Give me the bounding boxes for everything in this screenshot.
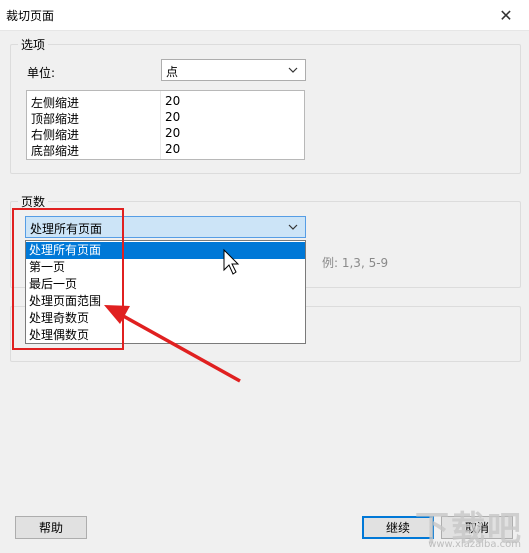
table-row[interactable]: 右侧缩进 20 <box>27 125 304 142</box>
help-button[interactable]: 帮助 <box>15 516 87 539</box>
window-title: 裁切页面 <box>6 9 55 23</box>
chevron-down-icon <box>288 67 298 73</box>
unit-label: 单位: <box>27 66 56 80</box>
unit-select[interactable]: 点 <box>161 59 306 81</box>
options-group-label: 选项 <box>18 36 49 53</box>
annotation-highlight-box <box>12 208 124 350</box>
table-row[interactable]: 底部缩进 20 <box>27 141 304 158</box>
margins-table: 左侧缩进 20 顶部缩进 20 右侧缩进 20 底部缩进 20 <box>26 90 305 160</box>
unit-select-value: 点 <box>166 65 179 79</box>
title-bar: 裁切页面 ✕ <box>0 0 529 31</box>
table-row[interactable]: 左侧缩进 20 <box>27 93 304 110</box>
close-icon: ✕ <box>499 5 513 25</box>
table-row[interactable]: 顶部缩进 20 <box>27 109 304 126</box>
watermark-url: www.xiazaiba.com <box>428 539 521 550</box>
range-hint: 例: 1,3, 5-9 <box>322 256 389 270</box>
margin-value[interactable]: 20 <box>165 94 180 108</box>
margin-value[interactable]: 20 <box>165 110 180 124</box>
margin-value[interactable]: 20 <box>165 142 180 156</box>
help-button-label: 帮助 <box>38 521 63 535</box>
chevron-down-icon <box>288 224 298 230</box>
margin-label: 底部缩进 <box>31 144 80 158</box>
margin-value[interactable]: 20 <box>165 126 180 140</box>
close-button[interactable]: ✕ <box>483 0 529 30</box>
